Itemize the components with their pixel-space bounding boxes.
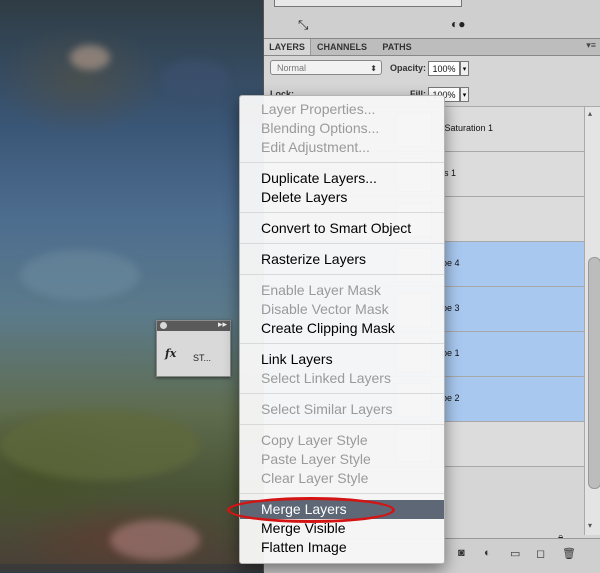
fill-dropdown-icon[interactable]: ▾: [460, 87, 469, 102]
menu-separator: [240, 162, 444, 163]
menu-item-duplicate-layers[interactable]: Duplicate Layers...: [240, 169, 444, 188]
menu-separator: [240, 274, 444, 275]
menu-item-paste-layer-style: Paste Layer Style: [261, 451, 371, 467]
menu-item-link-layers[interactable]: Link Layers: [240, 350, 444, 369]
menu-item-layer-properties: Layer Properties...: [261, 101, 376, 117]
menu-item-select-similar-layers: Select Similar Layers: [261, 401, 393, 417]
layer-context-menu: Layer Properties... Blending Options... Ed…: [239, 95, 445, 564]
opacity-input[interactable]: 100%: [428, 61, 460, 76]
document-canvas[interactable]: [0, 0, 263, 572]
tab-paths[interactable]: PATHS: [374, 39, 420, 55]
blend-mode-value: Normal: [277, 63, 307, 73]
adjustments-panel-area: ⤡ ◐●: [264, 0, 600, 39]
menu-item-clear-layer-style: Clear Layer Style: [261, 470, 369, 486]
menu-separator: [240, 243, 444, 244]
panel-tabs: LAYERS CHANNELS PATHS ▾≡: [264, 39, 600, 56]
canvas-status-bar: [0, 564, 263, 572]
scrollbar-thumb[interactable]: [588, 257, 600, 489]
menu-separator: [240, 493, 444, 494]
menu-item-flatten-image[interactable]: Flatten Image: [240, 538, 444, 557]
expand-icon[interactable]: ▸▸: [218, 319, 227, 330]
menu-separator: [240, 343, 444, 344]
menu-item-blending-options: Blending Options...: [261, 120, 380, 136]
panel-title-bar[interactable]: ▸▸: [157, 319, 230, 331]
preset-dropdown[interactable]: [274, 0, 462, 7]
layers-scrollbar[interactable]: ▴ ▾: [584, 107, 600, 535]
menu-item-create-clipping-mask[interactable]: Create Clipping Mask: [240, 319, 444, 338]
new-adjustment-icon[interactable]: ◐: [484, 547, 491, 559]
menu-item-rasterize-layers[interactable]: Rasterize Layers: [240, 250, 444, 269]
blend-mode-select[interactable]: Normal ⬍: [270, 60, 382, 75]
select-arrows-icon: ⬍: [370, 64, 377, 73]
menu-item-delete-layers[interactable]: Delete Layers: [240, 188, 444, 207]
menu-item-merge-layers[interactable]: Merge Layers: [240, 500, 444, 519]
canvas-highlight: [20, 250, 140, 300]
opacity-label: Opacity:: [390, 63, 427, 73]
styles-panel-label: ST...: [193, 353, 212, 363]
canvas-highlight: [160, 60, 230, 100]
close-icon[interactable]: [160, 322, 167, 329]
new-layer-icon[interactable]: ◻: [536, 547, 545, 560]
menu-item-edit-adjustment: Edit Adjustment...: [261, 139, 370, 155]
menu-separator: [240, 212, 444, 213]
opacity-dropdown-icon[interactable]: ▾: [460, 61, 469, 76]
canvas-highlight: [110, 520, 200, 560]
adjustment-return-icon[interactable]: ⤡: [298, 17, 308, 33]
scroll-down-icon[interactable]: ▾: [588, 521, 592, 530]
visibility-toggle-icon[interactable]: ◐●: [451, 17, 466, 31]
menu-item-select-linked-layers: Select Linked Layers: [261, 370, 391, 386]
menu-separator: [240, 424, 444, 425]
fx-icon: fx: [165, 347, 177, 360]
floating-styles-panel[interactable]: ▸▸ fx ST...: [156, 319, 231, 377]
add-mask-icon[interactable]: ◙: [458, 547, 465, 559]
menu-separator: [240, 393, 444, 394]
panel-menu-icon[interactable]: ▾≡: [586, 40, 596, 51]
menu-item-convert-to-smart-object[interactable]: Convert to Smart Object: [240, 219, 444, 238]
trash-icon[interactable]: 🗑︎: [562, 547, 576, 560]
new-group-icon[interactable]: ▭: [510, 547, 520, 560]
menu-item-merge-visible[interactable]: Merge Visible: [240, 519, 444, 538]
scroll-up-icon[interactable]: ▴: [588, 109, 592, 118]
layer-name: /Saturation 1: [442, 123, 494, 133]
canvas-highlight: [70, 45, 110, 70]
menu-item-disable-vector-mask: Disable Vector Mask: [261, 301, 389, 317]
menu-item-copy-layer-style: Copy Layer Style: [261, 432, 368, 448]
menu-item-enable-layer-mask: Enable Layer Mask: [261, 282, 381, 298]
tab-layers[interactable]: LAYERS: [264, 39, 311, 55]
canvas-highlight: [0, 410, 200, 480]
tab-channels[interactable]: CHANNELS: [311, 39, 373, 55]
